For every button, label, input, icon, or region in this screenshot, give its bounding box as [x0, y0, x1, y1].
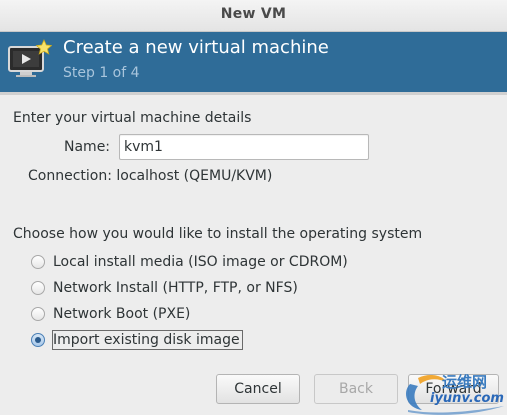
new-vm-dialog: New VM Create a new virtual machine Step… — [0, 0, 507, 415]
watermark: 运维网 iyunv.com — [400, 370, 507, 415]
install-heading: Choose how you would like to install the… — [13, 226, 423, 242]
radio-label: Network Boot (PXE) — [53, 306, 191, 322]
radio-label: Network Install (HTTP, FTP, or NFS) — [53, 280, 298, 296]
details-heading: Enter your virtual machine details — [13, 110, 252, 126]
radio-button[interactable] — [31, 281, 45, 295]
watermark-line2: iyunv.com — [430, 391, 504, 406]
connection-label: Connection: — [28, 168, 112, 184]
watermark-line1: 运维网 — [442, 373, 488, 391]
radio-button[interactable] — [31, 255, 45, 269]
name-field[interactable] — [119, 134, 369, 160]
radio-network-boot[interactable]: Network Boot (PXE) — [31, 304, 190, 324]
vm-monitor-icon — [8, 39, 52, 77]
connection-row: Connection: localhost (QEMU/KVM) — [28, 168, 272, 184]
radio-label: Local install media (ISO image or CDROM) — [53, 254, 348, 270]
connection-value: localhost (QEMU/KVM) — [116, 168, 273, 184]
banner-title: Create a new virtual machine — [63, 37, 329, 58]
radio-import-disk[interactable]: Import existing disk image — [31, 330, 243, 350]
window-title[interactable]: New VM — [0, 0, 507, 32]
radio-button[interactable] — [31, 307, 45, 321]
banner-step: Step 1 of 4 — [63, 65, 140, 81]
radio-button-selected[interactable] — [31, 333, 45, 347]
cancel-button[interactable]: Cancel — [216, 374, 300, 404]
name-label: Name: — [64, 139, 111, 155]
back-button[interactable]: Back — [314, 374, 398, 404]
radio-network-install[interactable]: Network Install (HTTP, FTP, or NFS) — [31, 278, 298, 298]
wizard-banner: Create a new virtual machine Step 1 of 4 — [0, 32, 507, 95]
radio-label: Import existing disk image — [52, 330, 243, 350]
radio-local-media[interactable]: Local install media (ISO image or CDROM) — [31, 252, 348, 272]
